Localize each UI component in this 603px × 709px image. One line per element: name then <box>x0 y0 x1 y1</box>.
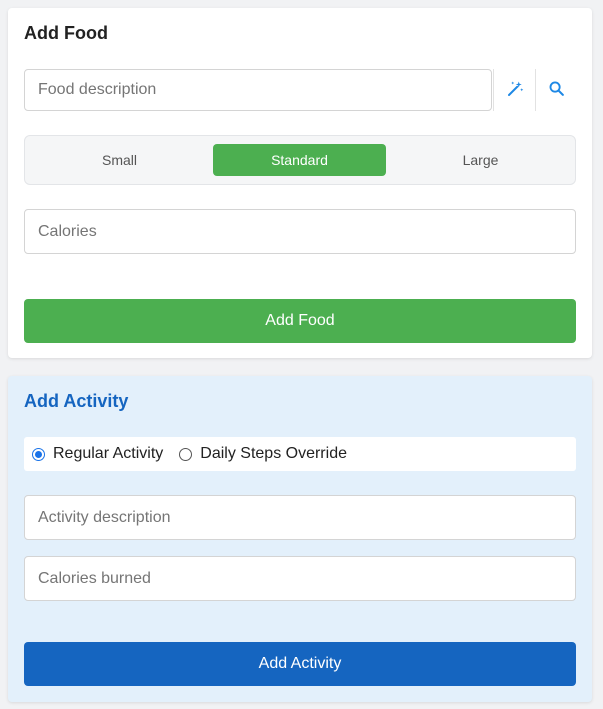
add-food-button[interactable]: Add Food <box>24 299 576 343</box>
activity-mode-radio-group: Regular Activity Daily Steps Override <box>24 437 576 471</box>
add-food-card: Add Food Small Standard Large Add Food <box>8 8 592 358</box>
radio-label-regular-activity: Regular Activity <box>53 445 164 462</box>
add-activity-button[interactable]: Add Activity <box>24 642 576 686</box>
radio-label-daily-steps-override: Daily Steps Override <box>200 445 347 462</box>
magic-wand-icon <box>506 80 524 101</box>
food-description-input[interactable] <box>24 69 492 111</box>
radio-button-checked[interactable] <box>32 447 45 461</box>
add-food-title: Add Food <box>24 23 108 43</box>
radio-regular-activity[interactable]: Regular Activity <box>32 445 163 463</box>
calories-burned-input[interactable] <box>24 556 576 601</box>
add-activity-title: Add Activity <box>24 391 129 411</box>
radio-button-unchecked[interactable] <box>179 447 193 461</box>
radio-daily-steps-override[interactable]: Daily Steps Override <box>179 445 347 463</box>
portion-size-selector: Small Standard Large <box>24 135 576 185</box>
search-icon <box>548 80 565 100</box>
search-button[interactable] <box>535 69 577 111</box>
portion-option-small[interactable]: Small <box>33 144 206 176</box>
portion-option-large[interactable]: Large <box>394 144 567 176</box>
calories-input[interactable] <box>24 209 576 254</box>
portion-option-standard[interactable]: Standard <box>213 144 386 176</box>
magic-wand-button[interactable] <box>493 69 535 111</box>
activity-description-input[interactable] <box>24 495 576 540</box>
add-activity-card: Add Activity Regular Activity Daily Step… <box>8 376 592 702</box>
